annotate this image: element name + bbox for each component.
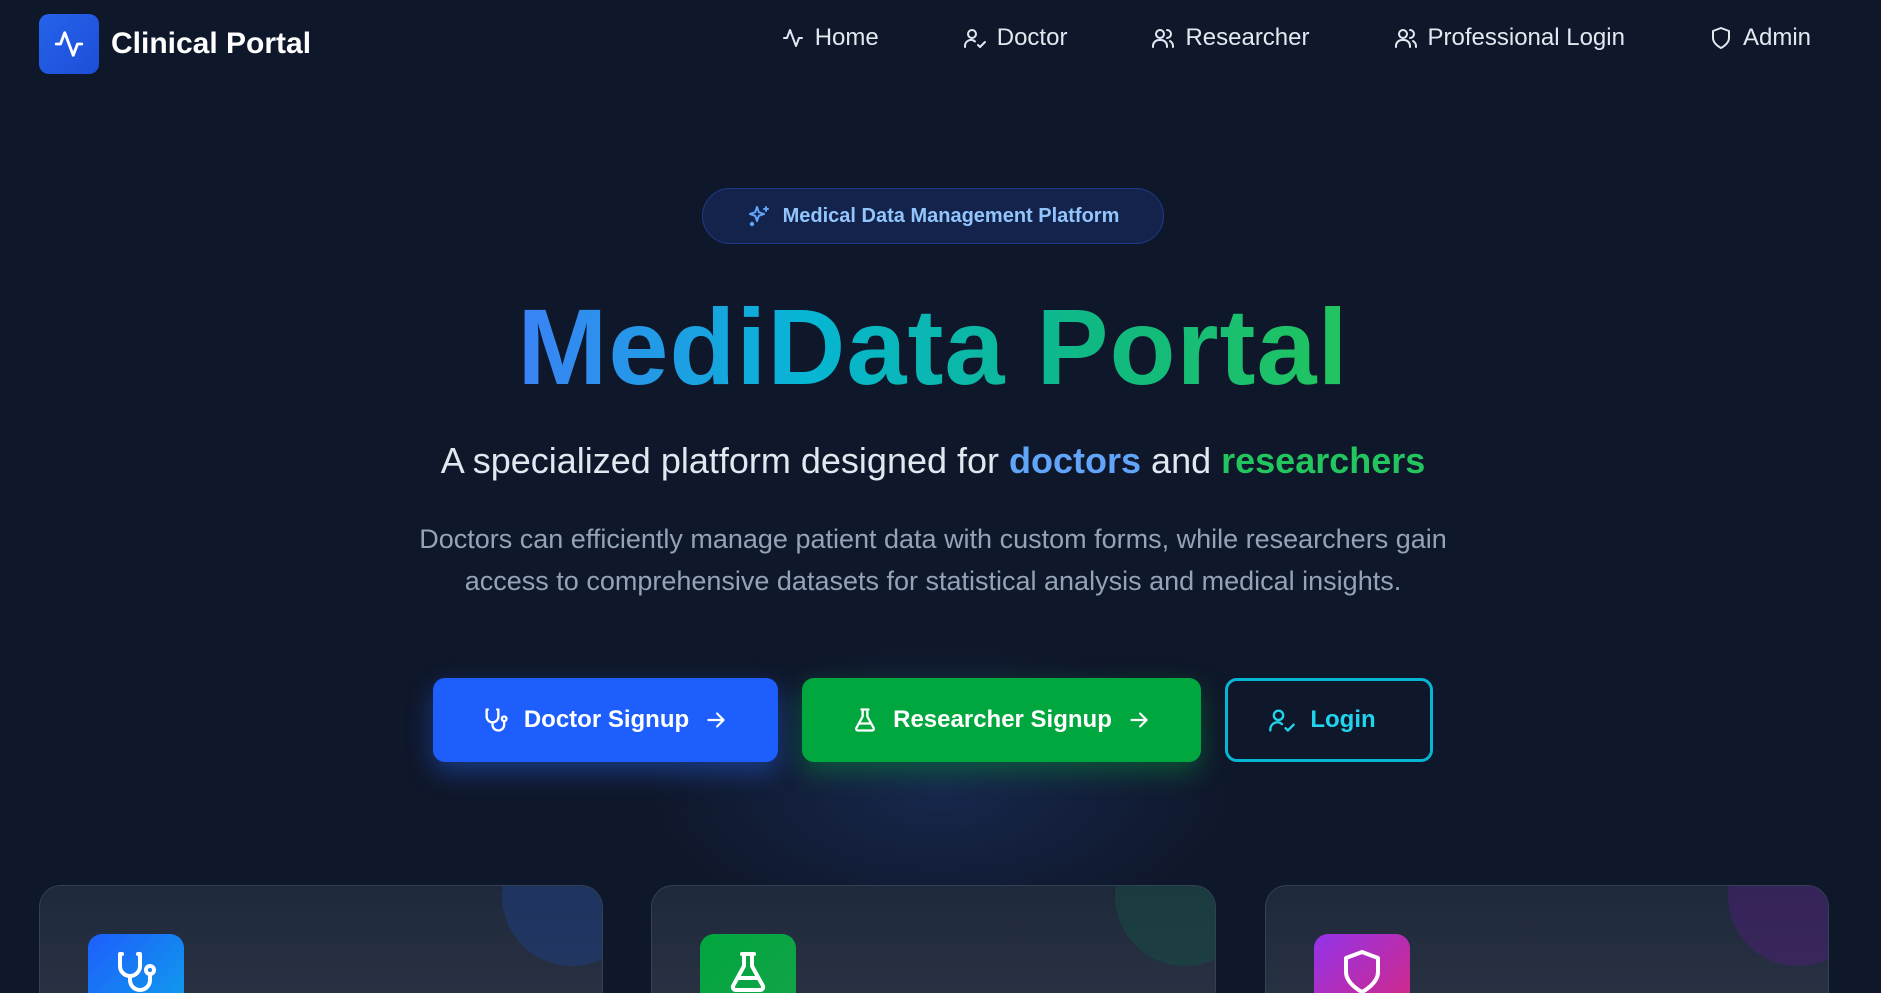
activity-pulse-icon: [39, 14, 99, 74]
flask-icon: [855, 708, 876, 732]
stethoscope-icon: [88, 934, 184, 993]
subtitle-prefix: A specialized platform designed for: [440, 440, 1010, 481]
activity-icon: [782, 29, 803, 47]
doctor-signup-label: Doctor Signup: [523, 706, 690, 733]
nav-admin[interactable]: Admin: [1709, 24, 1811, 52]
shield-icon: [1711, 27, 1730, 49]
nav-home-label: Home: [814, 24, 879, 51]
top-navbar: Clinical Portal Home Doctor Researcher P…: [0, 0, 1881, 88]
sparkles-icon: [748, 206, 769, 227]
brand[interactable]: Clinical Portal: [39, 14, 311, 74]
hero-title: MediData Portal: [0, 282, 1866, 412]
card-decoration: [1728, 886, 1828, 966]
feature-card-researcher: [651, 885, 1216, 993]
platform-badge: Medical Data Management Platform: [702, 188, 1164, 244]
hero-description: Doctors can efficiently manage patient d…: [419, 524, 1447, 596]
shield-icon: [1314, 934, 1410, 993]
researcher-signup-button[interactable]: Researcher Signup: [802, 678, 1201, 762]
subtitle-and: and: [1141, 440, 1222, 481]
nav-home[interactable]: Home: [781, 24, 879, 52]
feature-card-admin: [1265, 885, 1829, 993]
login-button[interactable]: Login: [1225, 678, 1433, 762]
arrow-right-icon: [707, 712, 725, 728]
nav-professional-login[interactable]: Professional Login: [1394, 24, 1625, 52]
nav-professional-login-label: Professional Login: [1427, 24, 1625, 51]
user-check-icon: [1269, 709, 1296, 732]
arrow-right-icon: [1130, 712, 1148, 728]
nav-researcher-label: Researcher: [1185, 24, 1310, 51]
card-decoration: [1115, 886, 1215, 966]
researcher-signup-label: Researcher Signup: [893, 706, 1112, 733]
users-icon: [1394, 29, 1417, 48]
nav-doctor-label: Doctor: [996, 24, 1068, 51]
platform-badge-label: Medical Data Management Platform: [782, 204, 1120, 227]
nav-admin-label: Admin: [1742, 24, 1811, 51]
subtitle-doctors: doctors: [1009, 440, 1142, 481]
nav-links: Home Doctor Researcher Professional Logi…: [781, 24, 1811, 52]
user-check-icon: [963, 29, 986, 48]
brand-title: Clinical Portal: [111, 27, 312, 60]
feature-card-doctor: [39, 885, 603, 993]
stethoscope-icon: [485, 708, 508, 732]
hero-title-text: MediData Portal: [517, 286, 1349, 407]
login-label: Login: [1310, 706, 1376, 733]
doctor-signup-button[interactable]: Doctor Signup: [433, 678, 778, 762]
flask-icon: [700, 934, 796, 993]
users-icon: [1152, 29, 1175, 48]
card-decoration: [502, 886, 602, 966]
nav-researcher[interactable]: Researcher: [1151, 24, 1310, 52]
hero-subtitle: A specialized platform designed for doct…: [0, 440, 1866, 482]
nav-doctor[interactable]: Doctor: [963, 24, 1068, 52]
subtitle-researchers: researchers: [1221, 440, 1426, 481]
